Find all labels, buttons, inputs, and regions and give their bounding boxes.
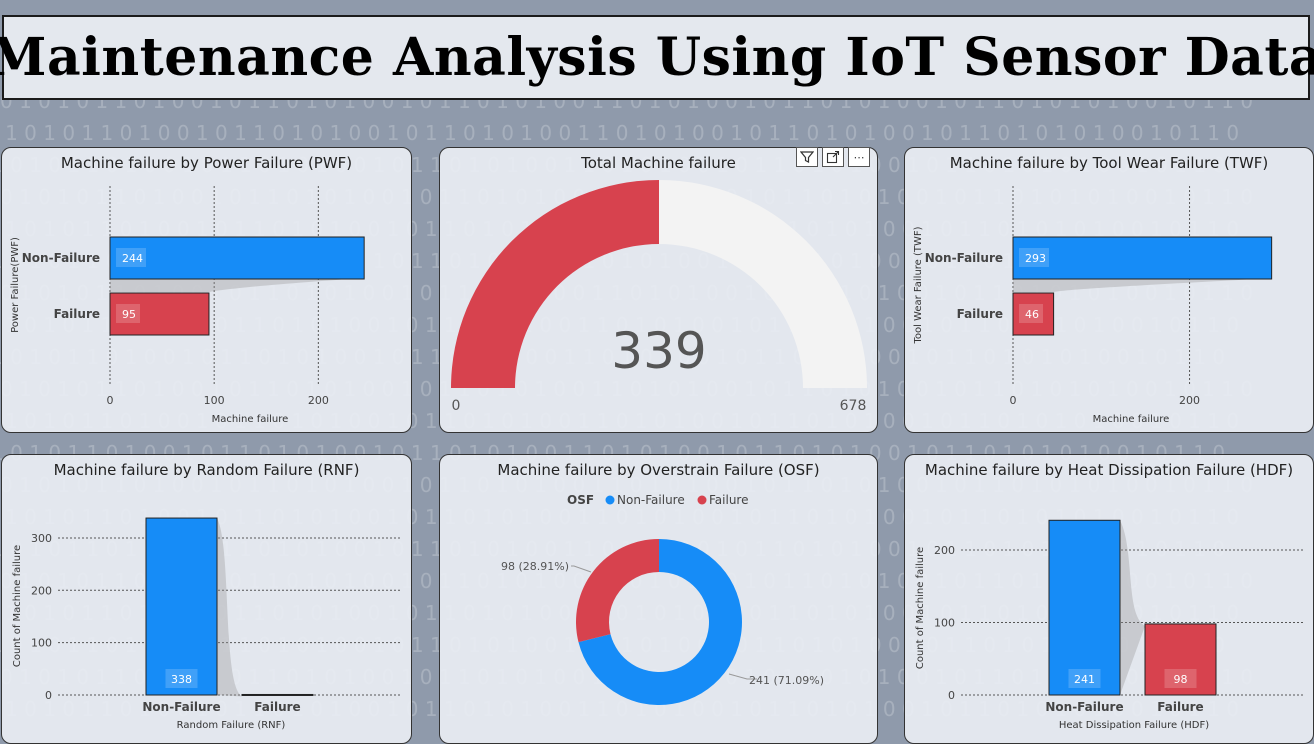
focus-mode-icon [826,150,840,164]
category-label: Non-Failure [142,700,220,714]
legend-marker [605,495,615,505]
leader-line [571,565,592,573]
bar-non-failure [145,517,218,696]
y-axis-title: Power Failure(PWF) [10,237,21,333]
bar-non-failure [109,236,365,280]
tick-label: 100 [934,617,955,630]
card-pwf[interactable]: Machine failure by Power Failure (PWF) 0… [1,147,412,433]
data-label: 244 [122,252,143,265]
category-label: Failure [54,307,100,321]
bar-shadow [1120,520,1145,695]
y-axis-title: Count of Machine failure [915,547,926,669]
category-label: Non-Failure [22,251,100,265]
hdf-chart: 0 100 200 241 Non-Failure 98 Failure Heat Dissi… [915,519,1305,731]
bar-non-failure [1048,519,1121,696]
data-label: 98 (28.91%) [501,560,569,573]
card-total[interactable]: Total Machine failure 339 0 678 [439,147,878,433]
legend-title: OSF [567,493,594,507]
bar-non-failure [1012,236,1273,280]
legend-item-non-failure: Non-Failure [617,493,685,507]
x-axis-title: Heat Dissipation Failure (HDF) [1059,720,1209,731]
gauge-value: 339 [611,322,706,380]
tick-label: 200 [1179,394,1200,407]
visual-header-toolbar: ⋯ [796,147,870,167]
y-axis-title: Tool Wear Failure (TWF) [913,226,924,344]
total-gauge: 339 0 678 [451,180,867,414]
page-title: Maintenance Analysis Using IoT Sensor Da… [0,27,1314,88]
focus-mode-icon[interactable] [822,147,844,167]
tick-label: 0 [107,394,114,407]
x-axis-title: Random Failure (RNF) [177,720,286,731]
card-rnf[interactable]: Machine failure by Random Failure (RNF) … [1,454,412,744]
data-label: 293 [1025,252,1046,265]
tick-label: 0 [1010,394,1017,407]
gauge-max: 678 [840,398,867,414]
category-label: Failure [1157,700,1203,714]
binary-digits: 0 1 0 1 0 1 1 0 1 0 0 1 0 1 1 0 1 0 1 0 … [0,121,1239,145]
bar-shadow [1013,278,1272,292]
card-hdf[interactable]: Machine failure by Heat Dissipation Fail… [904,454,1314,744]
bar-shadow [110,278,365,292]
x-axis-title: Machine failure [1093,414,1170,425]
legend-item-failure: Failure [709,493,748,507]
category-label: Failure [254,700,300,714]
tick-label: 200 [31,584,52,597]
x-axis-title: Machine failure [212,414,289,425]
more-options-icon[interactable]: ⋯ [848,147,870,167]
y-axis-title: Count of Machine failure [12,545,23,667]
gauge-min: 0 [452,398,461,414]
filter-icon [800,151,814,163]
donut-slice-failure [576,539,659,643]
card-twf[interactable]: Machine failure by Tool Wear Failure (TW… [904,147,1314,433]
rnf-chart: 0 100 200 300 338 Non-Failure Failure Random Fa… [12,517,400,731]
category-label: Non-Failure [1045,700,1123,714]
filter-icon[interactable] [796,147,818,167]
data-label: 46 [1025,308,1039,321]
data-label: 241 [1074,673,1095,686]
tick-label: 200 [934,544,955,557]
card-osf[interactable]: Machine failure by Overstrain Failure (O… [439,454,878,744]
data-label: 95 [122,308,136,321]
tick-label: 200 [308,394,329,407]
tick-label: 0 [45,689,52,702]
bar-shadow [217,518,242,697]
tick-label: 100 [204,394,225,407]
category-label: Failure [957,307,1003,321]
tick-label: 0 [948,689,955,702]
tick-label: 100 [31,637,52,650]
category-label: Non-Failure [925,251,1003,265]
dashboard-title-bar: Maintenance Analysis Using IoT Sensor Da… [0,15,1314,100]
data-label: 98 [1174,673,1188,686]
osf-chart: OSF Non-Failure Failure 241 (71.09%) 98 (28.… [501,493,824,705]
legend-marker [697,495,707,505]
twf-chart: 0 200 293 Non-Failure 46 Failure Machine failu… [913,186,1273,425]
tick-label: 300 [31,532,52,545]
pwf-chart: 0 100 200 244 Non-Failure 95 Failure Machine fa… [10,186,365,425]
bar-failure [241,693,314,696]
data-label: 241 (71.09%) [749,674,824,687]
data-label: 338 [171,673,192,686]
